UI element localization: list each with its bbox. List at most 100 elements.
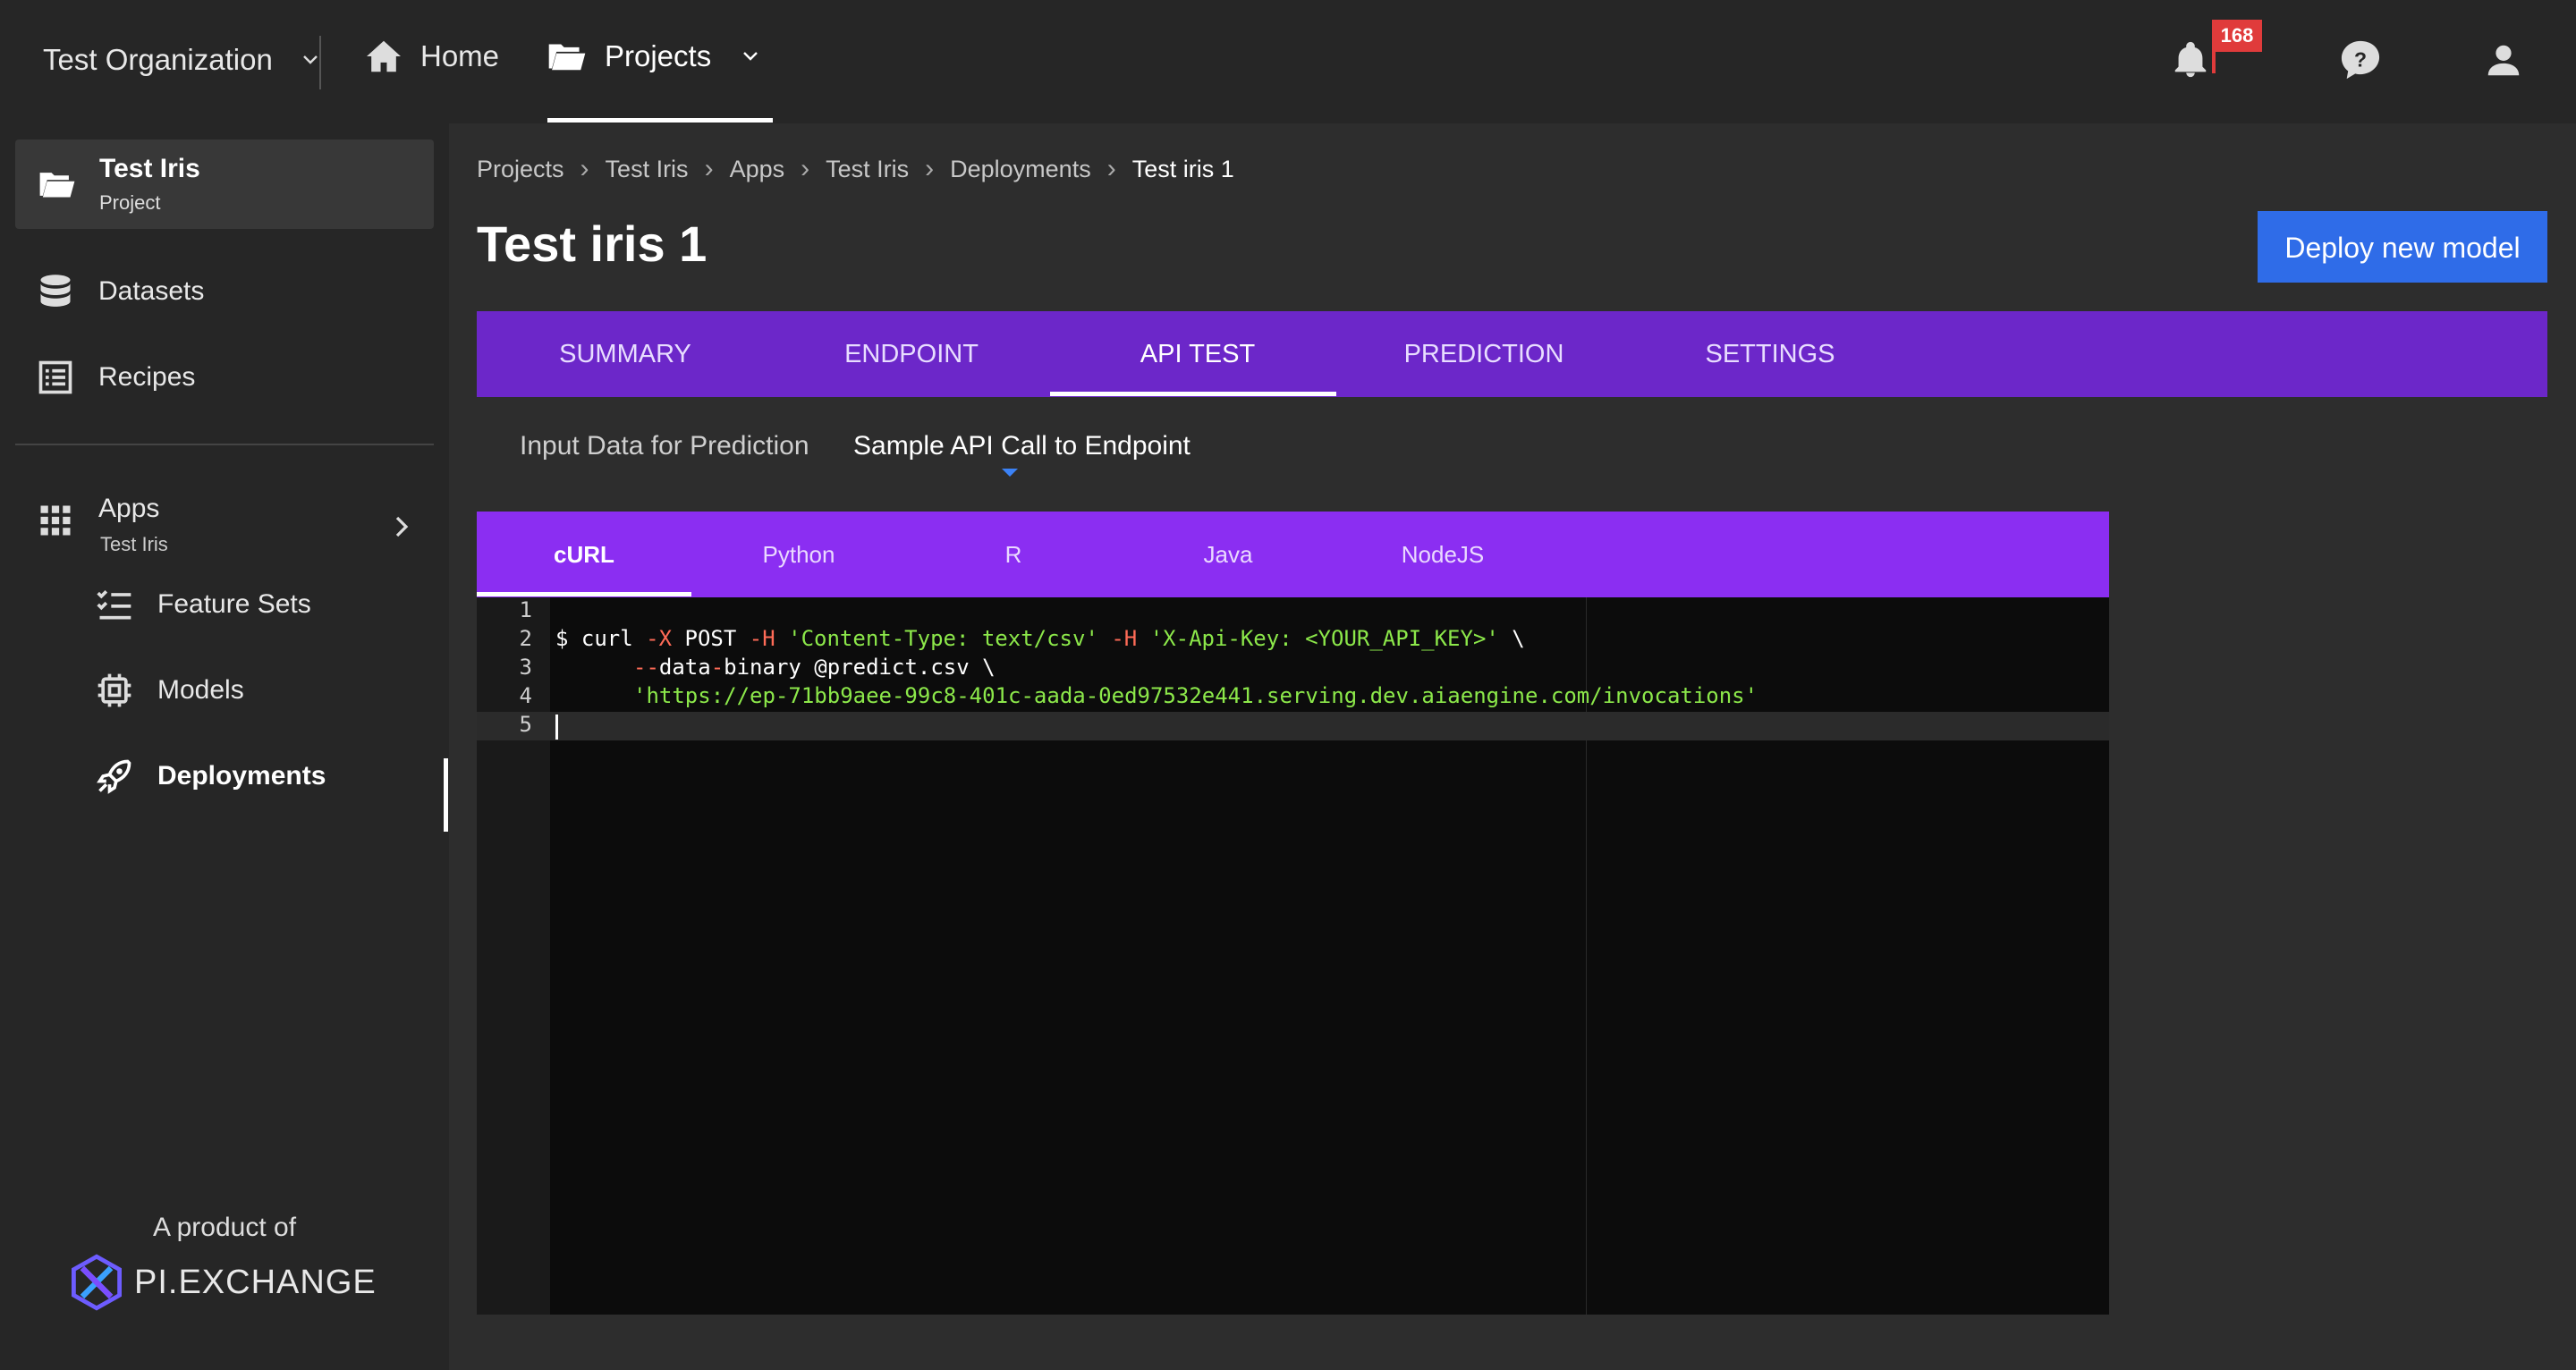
code-token: 'X-Api-Key: <YOUR_API_KEY>' xyxy=(1137,626,1499,651)
divider xyxy=(319,36,321,89)
nav-home-label: Home xyxy=(420,39,500,72)
sidebar: Test Iris Project Datasets Recipes Apps … xyxy=(0,123,449,1370)
svg-text:?: ? xyxy=(2354,48,2367,72)
sidebar-item-label: Recipes xyxy=(98,362,196,392)
code-token: -X xyxy=(646,626,673,651)
sidebar-item-label: Models xyxy=(157,675,244,705)
chevron-right-icon[interactable] xyxy=(388,513,415,540)
folder-open-icon xyxy=(39,173,75,198)
notification-count-badge: 168 xyxy=(2212,20,2262,52)
tab-nodejs[interactable]: NodeJS xyxy=(1335,512,1550,597)
tab-summary[interactable]: SUMMARY xyxy=(482,311,768,397)
sidebar-item-feature-sets[interactable]: Feature Sets xyxy=(95,585,311,624)
home-icon xyxy=(367,40,401,72)
organization-name: Test Organization xyxy=(43,43,273,76)
sidebar-item-models[interactable]: Models xyxy=(95,671,244,710)
breadcrumb-item[interactable]: Projects xyxy=(477,156,564,183)
tab-java[interactable]: Java xyxy=(1121,512,1335,597)
sidebar-item-label: Feature Sets xyxy=(157,589,311,619)
recipe-icon xyxy=(36,358,75,397)
chip-icon xyxy=(95,671,134,710)
tab-api-test[interactable]: API TEST xyxy=(1055,311,1341,397)
pi-exchange-logo: PI.EXCHANGE xyxy=(68,1254,377,1311)
deploy-new-model-button[interactable]: Deploy new model xyxy=(2258,211,2547,283)
pi-exchange-logo-icon xyxy=(72,1254,122,1311)
nav-projects[interactable]: Projects xyxy=(547,39,761,73)
breadcrumb: Projects › Test Iris › Apps › Test Iris › De… xyxy=(477,154,1234,184)
tab-r[interactable]: R xyxy=(906,512,1121,597)
language-tabs: cURL Python R Java NodeJS xyxy=(477,512,2109,597)
code-editor[interactable]: 1 2 3 4 5 $ curl -X POST -H 'Content-Typ… xyxy=(477,597,2109,1315)
badge-flag xyxy=(2212,50,2216,73)
code-token: POST xyxy=(672,626,750,651)
tab-python[interactable]: Python xyxy=(691,512,906,597)
page-title: Test iris 1 xyxy=(477,216,708,272)
breadcrumb-separator-icon: › xyxy=(1106,154,1116,183)
breadcrumb-item[interactable]: Deployments xyxy=(950,156,1091,183)
subtab-sample-api-call[interactable]: Sample API Call to Endpoint xyxy=(853,431,1191,461)
subtab-input-data[interactable]: Input Data for Prediction xyxy=(520,431,809,461)
breadcrumb-item[interactable]: Test Iris xyxy=(826,156,909,183)
project-name: Test Iris xyxy=(99,154,200,183)
help-icon[interactable]: ? xyxy=(2340,39,2381,80)
nav-active-indicator xyxy=(547,118,773,123)
chevron-down-icon[interactable] xyxy=(740,46,761,67)
project-type: Project xyxy=(99,191,161,214)
code-token: data xyxy=(658,655,711,680)
code-token: \ xyxy=(1498,626,1525,651)
user-account-icon[interactable] xyxy=(2483,39,2524,80)
notification-bell-icon[interactable] xyxy=(2170,39,2211,80)
line-number: 4 xyxy=(519,683,532,708)
breadcrumb-item[interactable]: Apps xyxy=(730,156,785,183)
code-line-4: 'https://ep-71bb9aee-99c8-401c-aada-0ed9… xyxy=(633,683,1758,708)
apps-sublabel: Test Iris xyxy=(100,533,168,555)
sidebar-item-datasets[interactable]: Datasets xyxy=(36,272,204,311)
tab-prediction[interactable]: PREDICTION xyxy=(1341,311,1627,397)
code-token: -H xyxy=(749,626,775,651)
code-token: binary @predict.csv \ xyxy=(724,655,996,680)
code-token: 'Content-Type: text/csv' xyxy=(775,626,1112,651)
folder-open-icon xyxy=(548,44,586,71)
database-icon xyxy=(36,272,75,311)
feature-sets-icon xyxy=(95,585,134,624)
sidebar-item-recipes[interactable]: Recipes xyxy=(36,358,195,397)
text-cursor xyxy=(555,715,558,740)
code-token: -- xyxy=(633,655,659,680)
tab-settings[interactable]: SETTINGS xyxy=(1627,311,1913,397)
nav-home[interactable]: Home xyxy=(365,39,499,73)
language-tab-active-indicator xyxy=(477,592,691,596)
sidebar-item-deployments[interactable]: Deployments xyxy=(95,757,326,796)
breadcrumb-item[interactable]: Test Iris xyxy=(606,156,689,183)
breadcrumb-current: Test iris 1 xyxy=(1131,155,1234,182)
apps-grid-icon xyxy=(36,501,75,540)
breadcrumb-separator-icon: › xyxy=(704,154,714,183)
organization-selector[interactable]: Test Organization xyxy=(43,43,321,77)
tab-curl[interactable]: cURL xyxy=(477,512,691,597)
code-token: 'https://ep-71bb9aee-99c8-401c-aada-0ed9… xyxy=(633,683,1758,708)
product-of-label: A product of xyxy=(152,1213,297,1242)
code-token: $ curl xyxy=(555,626,647,651)
sidebar-divider xyxy=(15,444,434,445)
breadcrumb-separator-icon: › xyxy=(925,154,935,183)
subtab-active-caret-icon xyxy=(1002,469,1018,477)
line-number: 2 xyxy=(519,626,532,651)
pi-exchange-wordmark: PI.EXCHANGE xyxy=(134,1263,377,1301)
active-line-highlight xyxy=(550,712,2109,740)
line-number: 1 xyxy=(519,597,532,622)
tab-endpoint[interactable]: ENDPOINT xyxy=(768,311,1055,397)
project-card[interactable]: Test Iris Project xyxy=(15,140,434,229)
line-number: 5 xyxy=(519,712,532,737)
nav-projects-label: Projects xyxy=(605,39,712,72)
active-item-indicator xyxy=(444,758,448,832)
main-tabs: SUMMARY ENDPOINT API TEST PREDICTION SET… xyxy=(477,311,2547,397)
sidebar-item-label: Datasets xyxy=(98,276,205,306)
code-token: - xyxy=(710,655,724,680)
code-line-2: $ curl -X POST -H 'Content-Type: text/cs… xyxy=(555,626,1525,651)
line-number: 3 xyxy=(519,655,532,680)
rocket-icon xyxy=(95,757,134,796)
breadcrumb-separator-icon: › xyxy=(801,154,810,183)
code-line-3: --data-binary @predict.csv \ xyxy=(633,655,996,680)
code-token: -H xyxy=(1111,626,1138,651)
sidebar-item-label: Deployments xyxy=(157,761,326,791)
tab-active-indicator xyxy=(1050,392,1336,396)
